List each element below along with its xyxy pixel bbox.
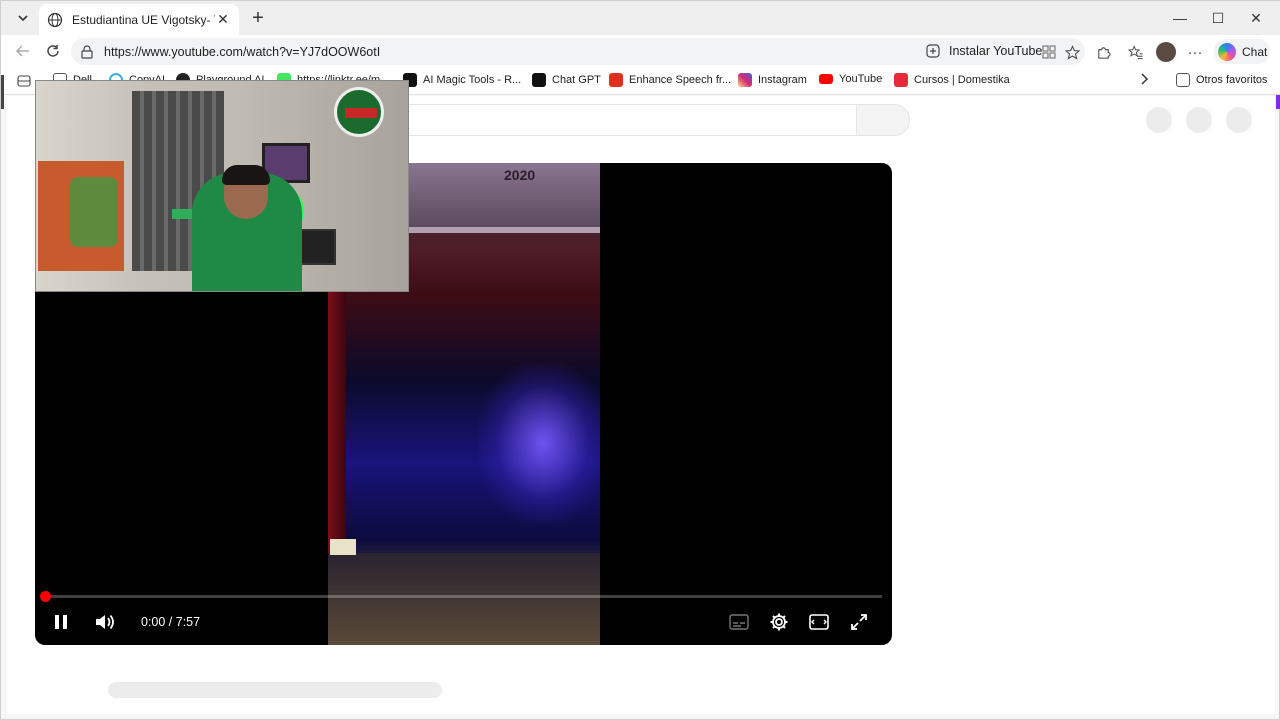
search-input[interactable]: [407, 104, 857, 136]
subtitles-button[interactable]: [727, 609, 751, 635]
progress-bar[interactable]: [45, 595, 882, 598]
progress-scrubber[interactable]: [40, 591, 51, 602]
domestika-icon: [894, 73, 908, 87]
overlay-year: 2020: [504, 167, 536, 183]
chevron-down-icon: [18, 15, 28, 22]
theater-mode-icon: [809, 614, 829, 630]
chatgpt-icon: [532, 73, 546, 87]
chevron-right-icon[interactable]: [1139, 72, 1149, 88]
stage-light: [330, 539, 356, 555]
webcam-plant: [70, 177, 118, 247]
reload-button[interactable]: [41, 39, 65, 63]
profile-avatar[interactable]: [1156, 42, 1176, 62]
tab-actions-menu[interactable]: [9, 6, 37, 30]
minimize-button[interactable]: —: [1169, 7, 1191, 29]
stage-floor: [328, 553, 600, 645]
tab-close-icon[interactable]: ✕: [215, 11, 231, 28]
webcam-person-hair: [222, 165, 270, 185]
pause-button[interactable]: [51, 609, 71, 635]
subtitles-icon: [729, 614, 749, 630]
bookmark-item[interactable]: YouTube: [819, 73, 882, 85]
install-app-label: Instalar YouTube: [949, 44, 1043, 58]
tab-title: Estudiantina UE Vigotsky- Teatro D: [72, 12, 215, 27]
folder-icon: [1176, 73, 1190, 87]
fullscreen-icon: [851, 614, 867, 630]
url-text[interactable]: https://www.youtube.com/watch?v=YJ7dOOW6…: [104, 45, 380, 59]
fullscreen-button[interactable]: [847, 609, 871, 635]
bookmark-item[interactable]: AI Magic Tools - R...: [403, 73, 521, 87]
bookmark-item[interactable]: Cursos | Domestika: [894, 73, 1010, 87]
volume-icon: [96, 614, 114, 630]
install-app-icon: [926, 44, 940, 58]
install-app-button[interactable]: Instalar YouTube: [925, 43, 1042, 59]
left-edge-marker: [1, 75, 4, 109]
close-window-button[interactable]: ✕: [1245, 7, 1267, 29]
more-options-icon[interactable]: ···: [1186, 43, 1204, 61]
chat-label: Chat: [1242, 44, 1268, 59]
extensions-icon[interactable]: [1094, 43, 1112, 61]
placeholder-icon[interactable]: [1146, 107, 1172, 133]
bookmark-item[interactable]: Instagram: [738, 73, 807, 87]
new-tab-button[interactable]: +: [247, 7, 269, 29]
tab-strip: Estudiantina UE Vigotsky- Teatro D ✕ + —…: [1, 1, 1280, 35]
time-display: 0:00 / 7:57: [141, 615, 201, 629]
app-grid-icon[interactable]: [1040, 43, 1058, 61]
favorites-icon[interactable]: [1127, 43, 1145, 61]
copilot-chat-button[interactable]: Chat: [1214, 39, 1270, 64]
webcam-overlay: [35, 80, 409, 292]
copilot-icon: [1218, 42, 1236, 61]
browser-toolbar: https://www.youtube.com/watch?v=YJ7dOOW6…: [1, 35, 1280, 109]
maximize-button[interactable]: ☐: [1207, 7, 1229, 29]
settings-button[interactable]: [767, 609, 791, 635]
instagram-icon: [738, 73, 752, 87]
search-button[interactable]: [856, 104, 910, 136]
back-button[interactable]: [11, 39, 35, 63]
theater-mode-button[interactable]: [807, 609, 831, 635]
browser-window: Estudiantina UE Vigotsky- Teatro D ✕ + —…: [0, 0, 1280, 720]
adobe-icon: [609, 73, 623, 87]
sidebar-toggle-icon[interactable]: [15, 72, 33, 90]
gear-icon: [770, 613, 788, 631]
arrow-left-icon: [16, 45, 29, 57]
webcam-wall-sign: [334, 87, 384, 137]
placeholder-icon[interactable]: [1226, 107, 1252, 133]
title-placeholder: [108, 682, 442, 698]
globe-icon: [47, 12, 63, 27]
other-favorites[interactable]: Otros favoritos: [1176, 73, 1268, 87]
volume-button[interactable]: [93, 609, 117, 635]
reload-icon: [47, 45, 59, 57]
site-info-icon[interactable]: [79, 44, 95, 60]
placeholder-icon[interactable]: [1186, 107, 1212, 133]
youtube-icon: [819, 74, 833, 84]
tab-youtube[interactable]: Estudiantina UE Vigotsky- Teatro D ✕: [39, 4, 239, 35]
star-icon[interactable]: [1063, 43, 1081, 61]
bookmark-item[interactable]: Enhance Speech fr...: [609, 73, 731, 87]
stage-spotlight: [478, 363, 600, 523]
pause-icon: [55, 615, 67, 629]
bookmark-item[interactable]: Chat GPT: [532, 73, 601, 87]
